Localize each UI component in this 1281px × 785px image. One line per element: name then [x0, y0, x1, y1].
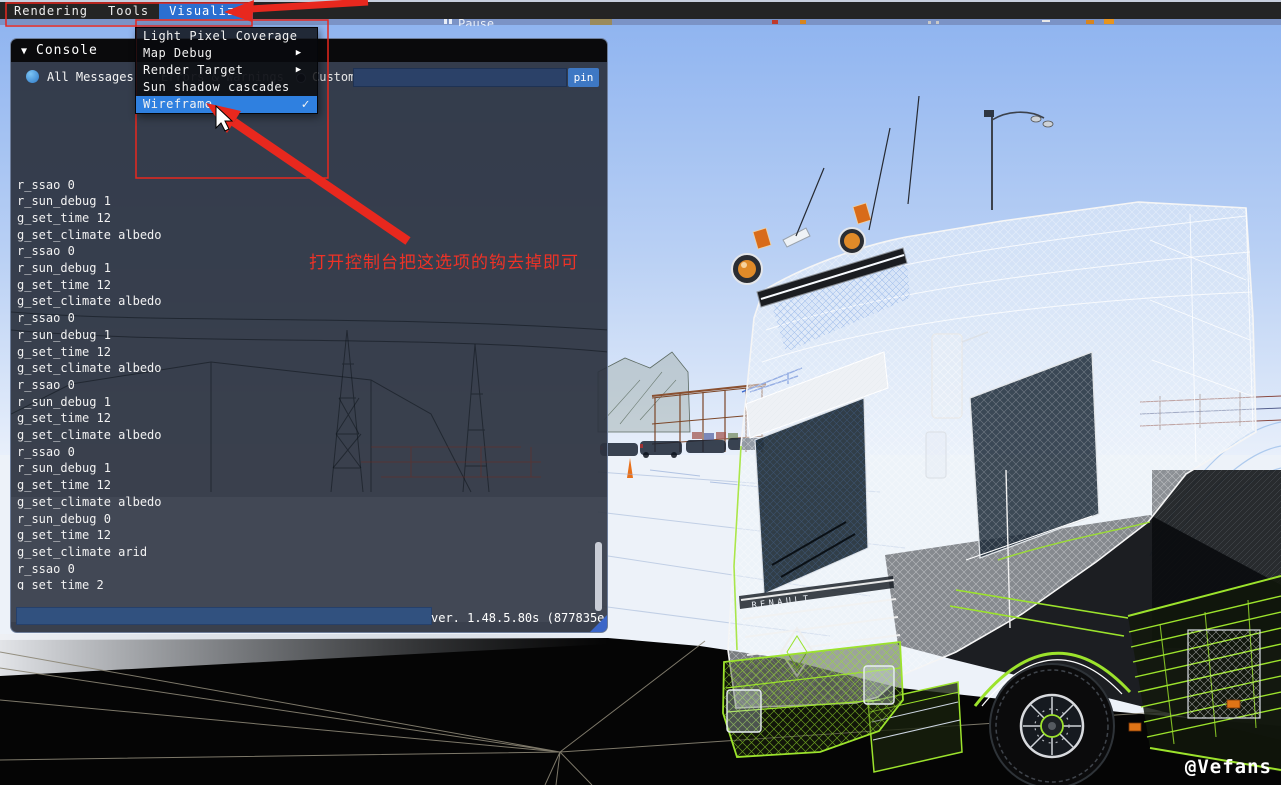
- console-log-line: g_set_time 12: [17, 277, 591, 294]
- menu-item[interactable]: Rendering: [4, 3, 98, 19]
- console-log-line: g_set_time 2: [17, 577, 591, 590]
- console-log-line: r_ssao 0: [17, 377, 591, 394]
- filter-all-messages[interactable]: All Messages: [47, 70, 134, 84]
- mirror: [926, 432, 946, 478]
- console-log-line: g_set_climate albedo: [17, 494, 591, 511]
- console-log-line: g_set_time 12: [17, 344, 591, 361]
- dropdown-item[interactable]: Render Target ▶ ✓: [136, 62, 317, 79]
- console-log-line: r_sun_debug 1: [17, 327, 591, 344]
- console-log-line: g_set_climate albedo: [17, 293, 591, 310]
- dropdown-item[interactable]: Light Pixel Coverage ▶ ✓: [136, 28, 317, 45]
- console-title: Console: [36, 43, 98, 58]
- console-log-line: r_sun_debug 1: [17, 193, 591, 210]
- all-messages-radio-icon[interactable]: [26, 70, 39, 83]
- version-text: ver. 1.48.5.80s (877835e66: [431, 611, 605, 625]
- console-log-line: g_set_climate albedo: [17, 427, 591, 444]
- dev-menu-bar: RenderingToolsVisualize: [0, 2, 1281, 19]
- headlight: [727, 690, 761, 732]
- console-scrollbar-thumb[interactable]: [595, 542, 602, 611]
- dropdown-item[interactable]: Wireframe ▶ ✓: [136, 96, 317, 113]
- dropdown-item[interactable]: Sun shadow cascades ▶ ✓: [136, 79, 317, 96]
- console-window[interactable]: ▼Console All Messages Errors & Warnings …: [10, 38, 608, 633]
- collapse-icon[interactable]: ▼: [21, 46, 28, 57]
- console-log-line: r_sun_debug 1: [17, 260, 591, 277]
- dropdown-item[interactable]: Map Debug ▶ ✓: [136, 45, 317, 62]
- window-top-edge: [0, 0, 1281, 2]
- orange-reflector: [1227, 700, 1240, 708]
- console-log-line: r_ssao 0: [17, 310, 591, 327]
- checkmark-icon: ✓: [302, 96, 310, 113]
- console-log-line: r_ssao 0: [17, 561, 591, 578]
- console-log-line: r_sun_debug 0: [17, 511, 591, 528]
- console-log-line: r_sun_debug 1: [17, 460, 591, 477]
- console-log-line: g_set_time 12: [17, 410, 591, 427]
- orange-reflector: [1129, 723, 1141, 731]
- pause-icon-fragment: [444, 19, 447, 24]
- console-log-line: r_ssao 0: [17, 444, 591, 461]
- console-log: r_ssao 0r_sun_debug 1g_set_time 12g_set_…: [17, 93, 591, 590]
- console-log-line: r_ssao 0: [17, 243, 591, 260]
- console-filter-input[interactable]: [353, 68, 567, 87]
- front-wheel: [990, 664, 1114, 785]
- pin-button[interactable]: pin: [568, 68, 599, 87]
- console-log-line: g_set_climate arid: [17, 544, 591, 561]
- watermark: @Vefans: [1185, 756, 1272, 778]
- console-command-input[interactable]: [16, 607, 432, 625]
- console-log-line: g_set_climate albedo: [17, 227, 591, 244]
- console-log-line: g_set_time 12: [17, 527, 591, 544]
- console-log-line: r_ssao 0: [17, 177, 591, 194]
- menu-item[interactable]: Tools: [98, 3, 159, 19]
- submenu-arrow-icon: ▶: [296, 45, 302, 62]
- console-log-line: g_set_time 12: [17, 477, 591, 494]
- filter-custom[interactable]: Custom: [312, 70, 355, 84]
- headlight: [864, 666, 894, 704]
- visualize-dropdown-menu: Light Pixel Coverage ▶ ✓ Map Debug ▶ ✓ R…: [135, 27, 318, 114]
- submenu-arrow-icon: ▶: [296, 62, 302, 79]
- console-resize-grip[interactable]: [590, 615, 607, 632]
- console-log-line: g_set_time 12: [17, 210, 591, 227]
- console-log-line: r_sun_debug 1: [17, 394, 591, 411]
- menu-item[interactable]: Visualize: [159, 3, 253, 19]
- console-log-line: g_set_climate albedo: [17, 360, 591, 377]
